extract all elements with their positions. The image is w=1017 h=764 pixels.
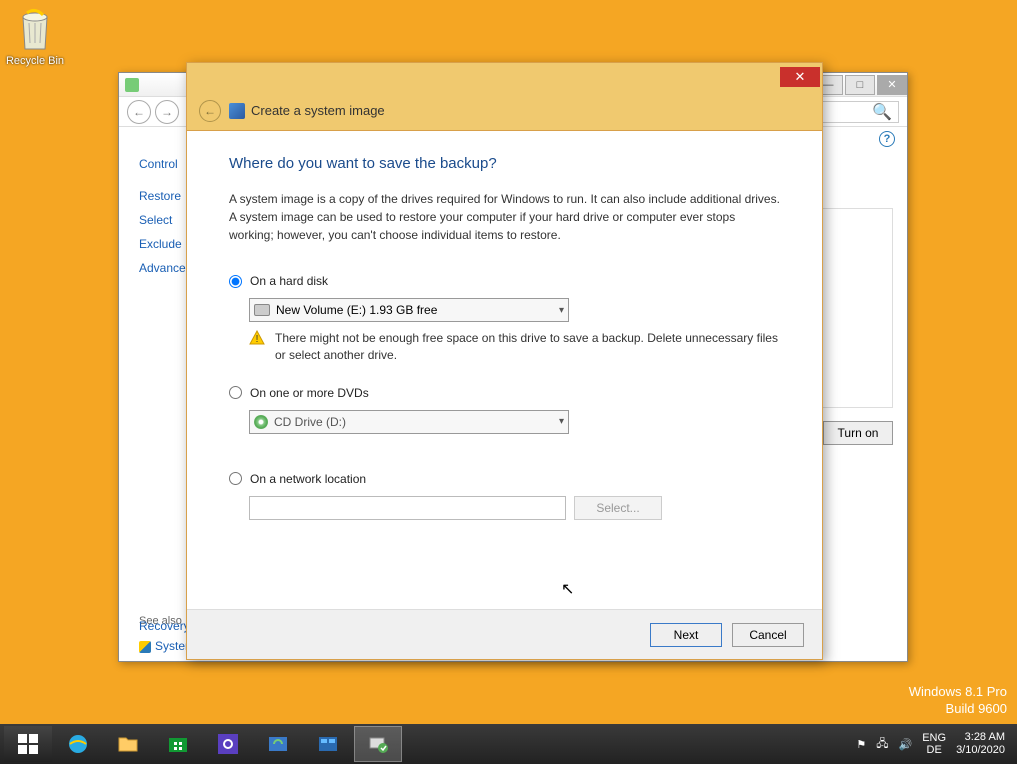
select-network-button: Select... bbox=[574, 496, 662, 520]
clock-date: 3/10/2020 bbox=[956, 744, 1005, 757]
flag-icon[interactable]: ⚑ bbox=[856, 738, 866, 751]
dlg-close-button[interactable]: ✕ bbox=[780, 67, 820, 87]
hard-disk-icon bbox=[254, 304, 270, 316]
create-system-image-dialog: ✕ ← Create a system image Where do you w… bbox=[186, 62, 823, 660]
option-dvd-label: On one or more DVDs bbox=[250, 386, 369, 400]
taskbar-ie[interactable] bbox=[54, 726, 102, 762]
dlg-footer: Next Cancel bbox=[187, 609, 822, 659]
volume-icon[interactable]: 🔊 bbox=[899, 738, 913, 751]
warning-text: There might not be enough free space on … bbox=[275, 330, 780, 364]
nav-forward-button[interactable]: → bbox=[155, 100, 179, 124]
option-network[interactable]: On a network location bbox=[229, 472, 780, 486]
radio-network[interactable] bbox=[229, 472, 242, 485]
warning-icon: ! bbox=[249, 330, 265, 346]
help-icon[interactable]: ? bbox=[879, 131, 895, 147]
taskbar-app1[interactable] bbox=[204, 726, 252, 762]
chevron-down-icon: ▾ bbox=[559, 305, 564, 316]
cd-icon bbox=[254, 415, 268, 429]
watermark-line2: Build 9600 bbox=[909, 701, 1007, 718]
close-button[interactable]: ✕ bbox=[877, 75, 907, 95]
lang-primary: ENG bbox=[922, 732, 946, 744]
windows-logo-icon bbox=[16, 732, 40, 756]
dvd-value: CD Drive (D:) bbox=[274, 415, 346, 429]
maximize-button[interactable]: □ bbox=[845, 75, 875, 95]
recycle-bin-label: Recycle Bin bbox=[5, 55, 65, 67]
svg-text:!: ! bbox=[256, 334, 259, 345]
radio-hard-disk[interactable] bbox=[229, 275, 242, 288]
network-path-input[interactable] bbox=[249, 496, 566, 520]
hard-disk-select[interactable]: New Volume (E:) 1.93 GB free ▾ bbox=[249, 298, 569, 322]
recycle-bin[interactable]: Recycle Bin bbox=[5, 5, 65, 67]
clock-time: 3:28 AM bbox=[956, 731, 1005, 744]
search-icon: 🔍 bbox=[872, 102, 892, 122]
turn-on-button[interactable]: Turn on bbox=[823, 421, 893, 445]
option-hard-disk-label: On a hard disk bbox=[250, 274, 328, 288]
taskbar-app3[interactable] bbox=[304, 726, 352, 762]
watermark-line1: Windows 8.1 Pro bbox=[909, 684, 1007, 701]
store-icon bbox=[166, 732, 190, 756]
option-network-label: On a network location bbox=[250, 472, 366, 486]
dlg-question: Where do you want to save the backup? bbox=[229, 155, 780, 172]
dlg-description: A system image is a copy of the drives r… bbox=[229, 190, 780, 244]
hard-disk-value: New Volume (E:) 1.93 GB free bbox=[276, 303, 437, 317]
network-icon[interactable]: 🖧 bbox=[876, 735, 888, 754]
cancel-button[interactable]: Cancel bbox=[732, 623, 804, 647]
system-tray: ⚑ 🖧 🔊 ENG DE 3:28 AM 3/10/2020 bbox=[856, 731, 1013, 757]
folder-icon bbox=[116, 732, 140, 756]
chevron-down-icon: ▾ bbox=[559, 416, 564, 427]
nav-back-button[interactable]: ← bbox=[127, 100, 151, 124]
ie-icon bbox=[66, 732, 90, 756]
dlg-titlebar: ✕ bbox=[187, 63, 822, 91]
taskbar-explorer[interactable] bbox=[104, 726, 152, 762]
taskbar-app2[interactable] bbox=[254, 726, 302, 762]
option-hard-disk[interactable]: On a hard disk bbox=[229, 274, 780, 288]
taskbar-store[interactable] bbox=[154, 726, 202, 762]
mouse-cursor: ↖ bbox=[561, 579, 574, 599]
dlg-header: ← Create a system image bbox=[187, 91, 822, 131]
shield-icon bbox=[139, 641, 151, 653]
radio-dvd[interactable] bbox=[229, 386, 242, 399]
next-button[interactable]: Next bbox=[650, 623, 722, 647]
system-image-icon bbox=[229, 103, 245, 119]
sync-icon bbox=[266, 732, 290, 756]
taskbar: ⚑ 🖧 🔊 ENG DE 3:28 AM 3/10/2020 bbox=[0, 724, 1017, 764]
gear-icon bbox=[216, 732, 240, 756]
windows-watermark: Windows 8.1 Pro Build 9600 bbox=[909, 684, 1007, 718]
recycle-bin-icon bbox=[15, 5, 55, 53]
dvd-select[interactable]: CD Drive (D:) ▾ bbox=[249, 410, 569, 434]
panel-icon bbox=[316, 732, 340, 756]
system-image-icon bbox=[366, 732, 390, 756]
option-dvd[interactable]: On one or more DVDs bbox=[229, 386, 780, 400]
start-button[interactable] bbox=[4, 726, 52, 762]
dlg-title-text: Create a system image bbox=[251, 103, 385, 118]
cp-icon bbox=[125, 78, 139, 92]
lang-secondary: DE bbox=[922, 744, 946, 756]
dlg-back-button[interactable]: ← bbox=[199, 100, 221, 122]
language-indicator[interactable]: ENG DE bbox=[922, 732, 946, 756]
clock[interactable]: 3:28 AM 3/10/2020 bbox=[956, 731, 1005, 757]
taskbar-system-image[interactable] bbox=[354, 726, 402, 762]
